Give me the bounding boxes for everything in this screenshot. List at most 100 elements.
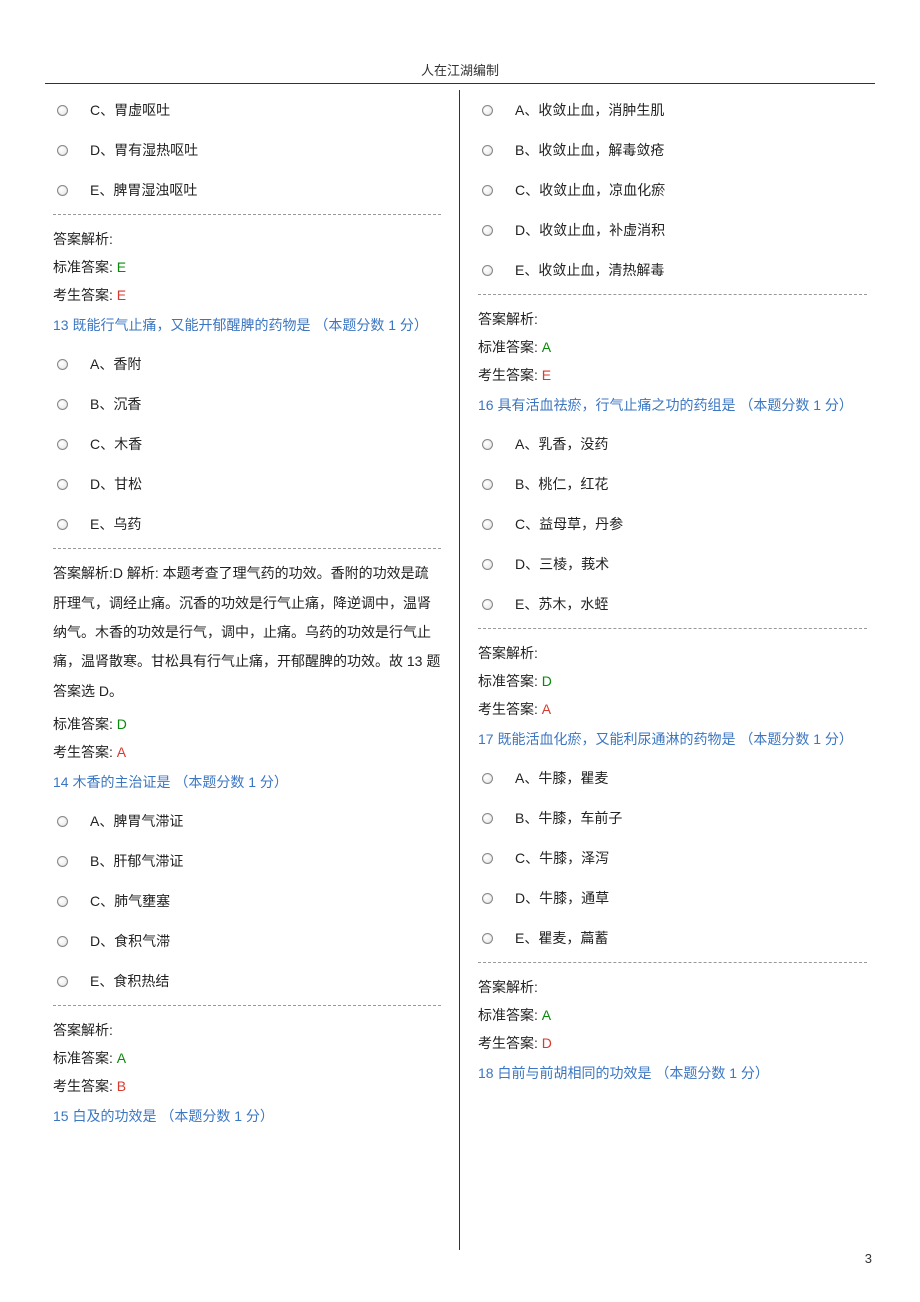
q16-option-b[interactable]: B、桃仁，红花: [478, 464, 867, 504]
q14-option-d[interactable]: D、食积气滞: [53, 921, 441, 961]
radio-icon: [482, 519, 493, 530]
q15-option-a[interactable]: A、收敛止血，消肿生肌: [478, 90, 867, 130]
radio-icon: [57, 359, 68, 370]
option-text: C、益母草，丹参: [507, 514, 623, 534]
radio-icon: [482, 265, 493, 276]
q16-option-c[interactable]: C、益母草，丹参: [478, 504, 867, 544]
standard-answer: A: [117, 1050, 126, 1066]
radio-icon: [57, 936, 68, 947]
candidate-answer: E: [542, 367, 551, 383]
radio-icon: [482, 559, 493, 570]
standard-answer: A: [542, 1007, 551, 1023]
divider: [478, 628, 867, 629]
option-text: E、食积热结: [82, 971, 169, 991]
column-left: C、胃虚呕吐 D、胃有湿热呕吐 E、脾胃湿浊呕吐 答案解析: 标准答案: E 考…: [45, 90, 460, 1250]
q17-option-c[interactable]: C、牛膝，泽泻: [478, 838, 867, 878]
option-text: C、肺气壅塞: [82, 891, 170, 911]
radio-icon: [482, 439, 493, 450]
radio-icon: [57, 399, 68, 410]
divider: [53, 1005, 441, 1006]
q17-option-e[interactable]: E、瞿麦，萹蓄: [478, 918, 867, 958]
radio-icon: [482, 225, 493, 236]
radio-icon: [57, 856, 68, 867]
page-header: 人在江湖编制: [45, 60, 875, 84]
radio-icon: [482, 813, 493, 824]
q18-question: 18 白前与前胡相同的功效是 （本题分数 1 分）: [478, 1061, 867, 1086]
standard-label: 标准答案:: [53, 716, 113, 732]
q16-option-e[interactable]: E、苏木，水蛭: [478, 584, 867, 624]
analysis-label: 答案解析:: [53, 225, 441, 253]
option-text: D、食积气滞: [82, 931, 170, 951]
q12-analysis: 答案解析: 标准答案: E 考生答案: E: [53, 225, 441, 309]
q14-option-a[interactable]: A、脾胃气滞证: [53, 801, 441, 841]
option-text: B、牛膝，车前子: [507, 808, 622, 828]
radio-icon: [482, 479, 493, 490]
standard-answer: A: [542, 339, 551, 355]
option-text: D、甘松: [82, 474, 142, 494]
option-text: A、香附: [82, 354, 141, 374]
q13-option-a[interactable]: A、香附: [53, 344, 441, 384]
q14-option-c[interactable]: C、肺气壅塞: [53, 881, 441, 921]
radio-icon: [482, 185, 493, 196]
standard-answer: D: [542, 673, 552, 689]
q15-analysis: 答案解析: 标准答案: A 考生答案: E: [478, 305, 867, 389]
radio-icon: [482, 933, 493, 944]
q16-option-a[interactable]: A、乳香，没药: [478, 424, 867, 464]
radio-icon: [482, 853, 493, 864]
q15-option-e[interactable]: E、收敛止血，清热解毒: [478, 250, 867, 290]
option-text: A、乳香，没药: [507, 434, 608, 454]
option-text: E、瞿麦，萹蓄: [507, 928, 608, 948]
option-text: B、桃仁，红花: [507, 474, 608, 494]
q13-option-b[interactable]: B、沉香: [53, 384, 441, 424]
radio-icon: [482, 599, 493, 610]
radio-icon: [57, 519, 68, 530]
candidate-label: 考生答案:: [478, 367, 538, 383]
radio-icon: [482, 145, 493, 156]
q13-option-d[interactable]: D、甘松: [53, 464, 441, 504]
option-text: D、胃有湿热呕吐: [82, 140, 198, 160]
option-text: B、沉香: [82, 394, 141, 414]
q12-option-d[interactable]: D、胃有湿热呕吐: [53, 130, 441, 170]
candidate-label: 考生答案:: [478, 701, 538, 717]
radio-icon: [57, 976, 68, 987]
q17-option-b[interactable]: B、牛膝，车前子: [478, 798, 867, 838]
q12-option-c[interactable]: C、胃虚呕吐: [53, 90, 441, 130]
divider: [478, 962, 867, 963]
radio-icon: [482, 105, 493, 116]
radio-icon: [57, 105, 68, 116]
radio-icon: [57, 816, 68, 827]
candidate-answer: D: [542, 1035, 552, 1051]
q17-option-d[interactable]: D、牛膝，通草: [478, 878, 867, 918]
q17-option-a[interactable]: A、牛膝，瞿麦: [478, 758, 867, 798]
option-text: B、收敛止血，解毒敛疮: [507, 140, 664, 160]
q13-option-c[interactable]: C、木香: [53, 424, 441, 464]
option-text: C、收敛止血，凉血化瘀: [507, 180, 665, 200]
q14-question: 14 木香的主治证是 （本题分数 1 分）: [53, 770, 441, 795]
q14-option-b[interactable]: B、肝郁气滞证: [53, 841, 441, 881]
candidate-label: 考生答案:: [53, 1078, 113, 1094]
analysis-label: 答案解析:: [478, 973, 867, 1001]
q17-analysis: 答案解析: 标准答案: A 考生答案: D: [478, 973, 867, 1057]
radio-icon: [57, 439, 68, 450]
candidate-answer: E: [117, 287, 126, 303]
option-text: C、牛膝，泽泻: [507, 848, 609, 868]
q15-option-c[interactable]: C、收敛止血，凉血化瘀: [478, 170, 867, 210]
radio-icon: [57, 145, 68, 156]
q17-question: 17 既能活血化瘀，又能利尿通淋的药物是 （本题分数 1 分）: [478, 727, 867, 752]
radio-icon: [482, 773, 493, 784]
q13-option-e[interactable]: E、乌药: [53, 504, 441, 544]
q14-analysis: 答案解析: 标准答案: A 考生答案: B: [53, 1016, 441, 1100]
q15-option-d[interactable]: D、收敛止血，补虚消积: [478, 210, 867, 250]
option-text: D、收敛止血，补虚消积: [507, 220, 665, 240]
candidate-answer: B: [117, 1078, 126, 1094]
q13-analysis: 答案解析:D 解析: 本题考查了理气药的功效。香附的功效是疏肝理气，调经止痛。沉…: [53, 559, 441, 766]
q15-option-b[interactable]: B、收敛止血，解毒敛疮: [478, 130, 867, 170]
option-text: D、三棱，莪术: [507, 554, 609, 574]
candidate-label: 考生答案:: [478, 1035, 538, 1051]
standard-answer: D: [117, 716, 127, 732]
standard-label: 标准答案:: [53, 1050, 113, 1066]
q14-option-e[interactable]: E、食积热结: [53, 961, 441, 1001]
q16-analysis: 答案解析: 标准答案: D 考生答案: A: [478, 639, 867, 723]
q12-option-e[interactable]: E、脾胃湿浊呕吐: [53, 170, 441, 210]
q16-option-d[interactable]: D、三棱，莪术: [478, 544, 867, 584]
